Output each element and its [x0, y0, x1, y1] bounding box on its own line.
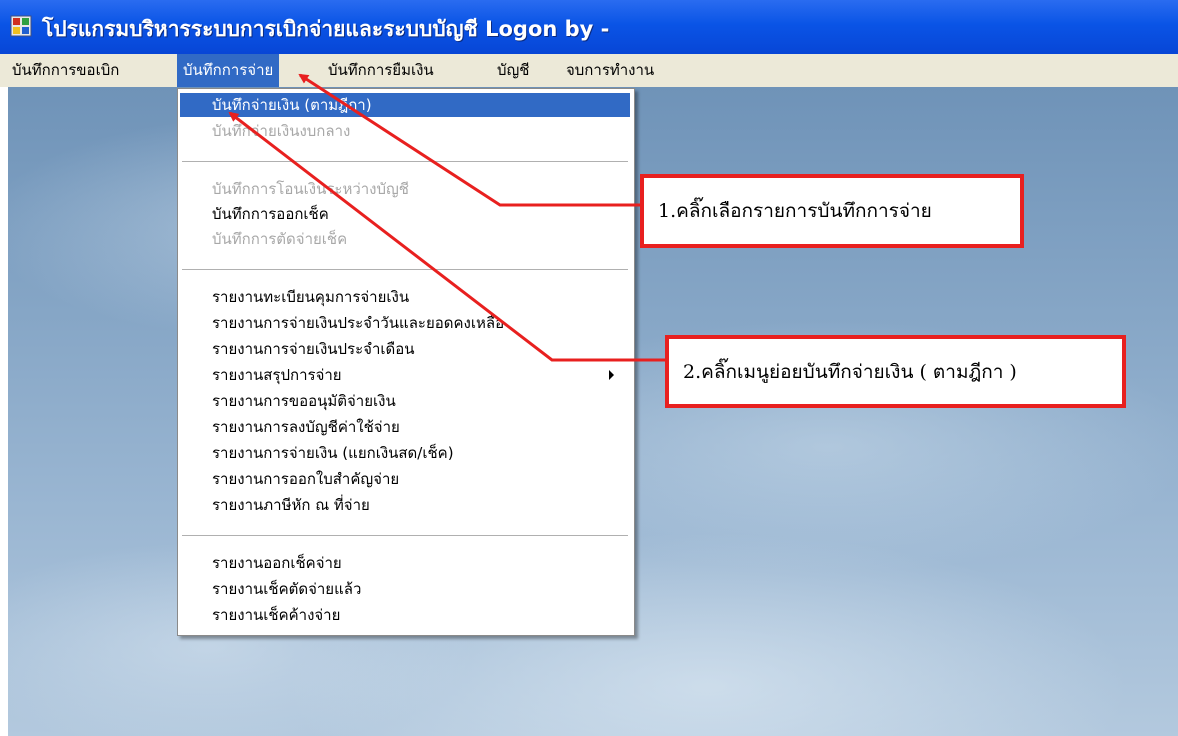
- annotation-arrows: [228, 73, 665, 362]
- arrow-step-2: [228, 111, 665, 362]
- arrow-step-1: [298, 73, 640, 207]
